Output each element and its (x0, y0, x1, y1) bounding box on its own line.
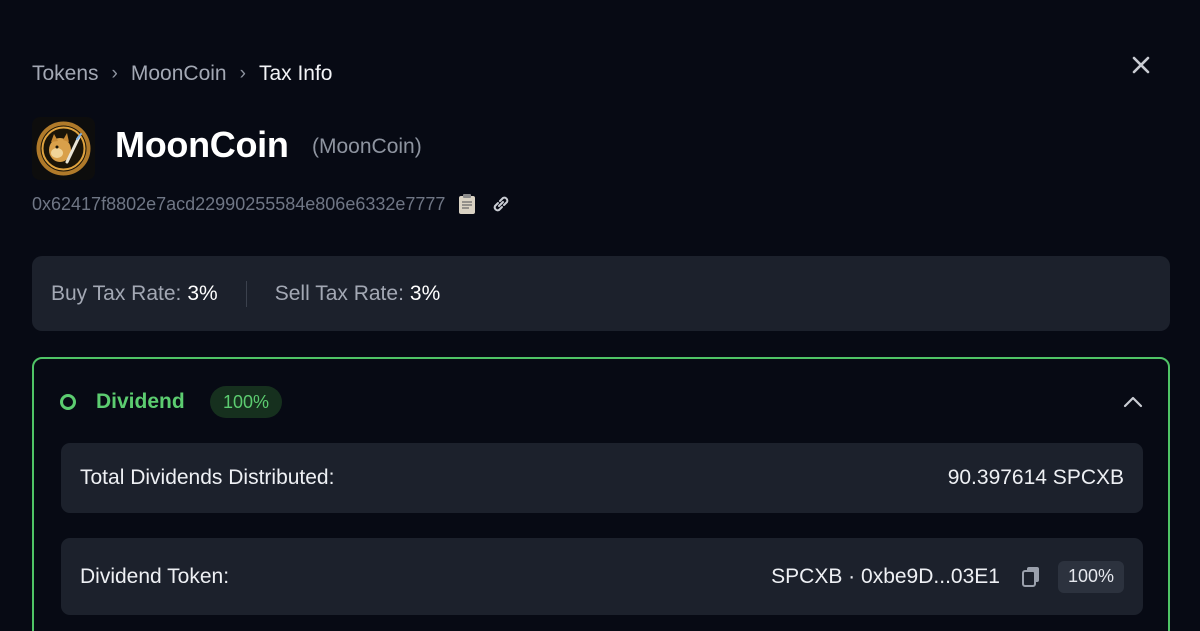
dividend-token-value: SPCXB · 0xbe9D...03E1 (771, 564, 1000, 588)
token-logo (32, 117, 95, 180)
tax-rate-bar: Buy Tax Rate: 3% Sell Tax Rate: 3% (32, 256, 1170, 331)
link-icon (494, 196, 509, 212)
breadcrumb: Tokens › MoonCoin › Tax Info (32, 62, 332, 86)
dividend-token-share-badge: 100% (1057, 560, 1124, 593)
clipboard-icon (459, 194, 476, 214)
close-button[interactable] (1124, 50, 1158, 80)
breadcrumb-current: Tax Info (258, 62, 333, 85)
explorer-link-button[interactable] (489, 192, 513, 216)
breadcrumb-separator: › (239, 63, 246, 84)
dividend-card-header[interactable]: Dividend 100% (34, 359, 1168, 445)
copy-icon (1021, 566, 1039, 587)
contract-address: 0x62417f8802e7acd22990255584e806e6332e77… (32, 193, 446, 214)
breadcrumb-tokens-link[interactable]: Tokens (32, 62, 99, 86)
moon-doge-logo-icon (32, 117, 95, 180)
copy-token-address-button[interactable] (1018, 564, 1044, 590)
dividend-card: Dividend 100% Total Dividends Distribute… (32, 357, 1170, 631)
collapse-button[interactable] (1120, 389, 1146, 415)
breadcrumb-token-link[interactable]: MoonCoin (131, 62, 227, 86)
token-symbol: (MoonCoin) (312, 135, 422, 158)
chevron-up-icon (1123, 396, 1143, 408)
buy-tax-label: Buy Tax Rate: (51, 281, 182, 305)
total-dividends-row: Total Dividends Distributed: 90.397614 S… (61, 443, 1143, 513)
buy-tax-value: 3% (187, 281, 218, 305)
tax-info-page: Tokens › MoonCoin › Tax Info MoonCoin (M… (0, 0, 1200, 631)
dividend-token-row: Dividend Token: SPCXB · 0xbe9D...03E1 10… (61, 538, 1143, 615)
total-dividends-value: 90.397614 SPCXB (947, 466, 1124, 489)
dividend-token-details: SPCXB · 0xbe9D...03E1 100% (771, 560, 1124, 593)
status-dot-icon (60, 394, 76, 410)
dividend-token-label: Dividend Token: (80, 564, 230, 588)
sell-tax-value: 3% (409, 281, 441, 305)
breadcrumb-separator: › (111, 63, 118, 84)
contract-address-row: 0x62417f8802e7acd22990255584e806e6332e77… (32, 192, 513, 216)
tax-divider (245, 280, 247, 307)
token-name: MoonCoin (115, 124, 289, 165)
dividend-title: Dividend (96, 390, 185, 413)
close-icon (1132, 56, 1150, 74)
copy-address-button[interactable] (455, 192, 479, 216)
dividend-percent-badge: 100% (210, 386, 283, 418)
total-dividends-label: Total Dividends Distributed: (80, 466, 335, 489)
sell-tax-label: Sell Tax Rate: (274, 281, 404, 305)
